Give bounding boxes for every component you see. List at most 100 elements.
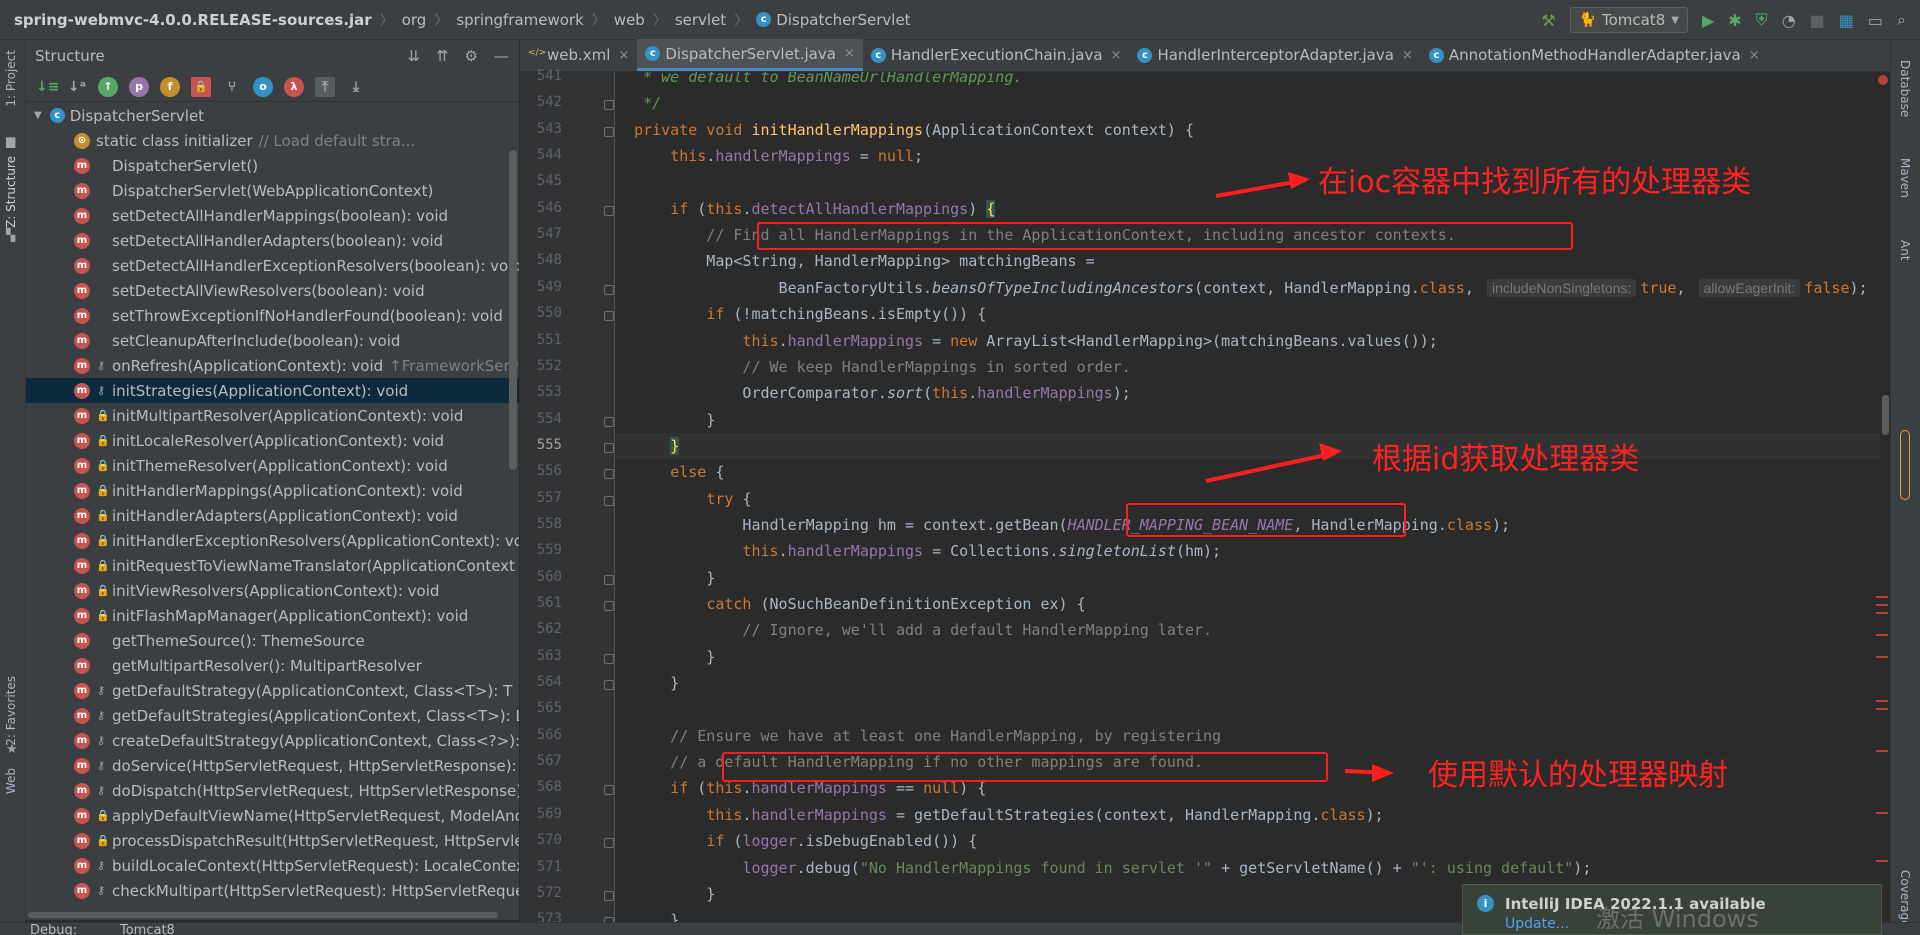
editor-tab[interactable]: c HandlerInterceptorAdapter.java ×	[1129, 39, 1420, 71]
structure-item[interactable]: m 🔒 initRequestToViewNameTranslator(Applic…	[26, 553, 519, 578]
fold-marker-icon[interactable]	[604, 469, 614, 480]
structure-item[interactable]: m ⚷ initStrategies(ApplicationContext): vo…	[26, 378, 519, 403]
debug-icon[interactable]: ✱	[1728, 11, 1741, 30]
fold-marker-icon[interactable]	[604, 311, 614, 322]
run-configuration-select[interactable]: 🐈 Tomcat8 ▼	[1569, 7, 1688, 33]
structure-tool-tab[interactable]: Z: Structure	[4, 156, 18, 228]
sort-alphabetically-icon[interactable]: ↓ᵃ	[67, 77, 87, 97]
structure-scrollbar[interactable]	[509, 150, 517, 470]
error-stripe-mark[interactable]	[1876, 812, 1888, 814]
fold-marker-icon[interactable]	[604, 126, 614, 137]
debug-tab[interactable]: Debug:	[30, 923, 77, 935]
fold-marker-icon[interactable]	[604, 838, 614, 849]
structure-item[interactable]: m ⚷ doService(HttpServletRequest, HttpServ…	[26, 753, 519, 778]
structure-item[interactable]: m DispatcherServlet()	[26, 153, 519, 178]
close-icon[interactable]: ×	[1402, 48, 1413, 63]
sort-by-visibility-icon[interactable]: ↓≡	[36, 77, 59, 97]
collapse-all-icon[interactable]: ⇈	[436, 47, 449, 65]
editor-tab[interactable]: </> web.xml ×	[520, 39, 637, 71]
structure-item[interactable]: m getMultipartResolver(): MultipartResolv…	[26, 653, 519, 678]
run-icon[interactable]: ▶	[1702, 11, 1714, 30]
tomcat-debug-tab[interactable]: Tomcat8	[120, 923, 175, 935]
structure-item[interactable]: m ⚷ getDefaultStrategy(ApplicationContext,…	[26, 678, 519, 703]
tree-root[interactable]: ▼ c DispatcherServlet	[26, 103, 519, 128]
error-stripe-mark[interactable]	[1876, 750, 1888, 752]
breadcrumb-item[interactable]: c DispatcherServlet	[756, 11, 911, 29]
coverage-tool-tab[interactable]: Coverage	[1898, 870, 1912, 928]
show-non-public-icon[interactable]: 🔒	[191, 76, 211, 97]
error-stripe-mark[interactable]	[1876, 700, 1888, 702]
project-tool-tab[interactable]: 1: Project	[4, 50, 18, 107]
structure-item[interactable]: m 🔒 initHandlerMappings(ApplicationContext…	[26, 478, 519, 503]
structure-item[interactable]: ⊙ static class initializer // Load default…	[26, 128, 519, 153]
coverage-icon[interactable]: ⛨	[1756, 10, 1768, 30]
ant-tool-tab[interactable]: Ant	[1898, 240, 1912, 261]
error-stripe-mark[interactable]	[1876, 656, 1888, 658]
project-structure-icon[interactable]: ▦	[1839, 11, 1854, 30]
structure-item[interactable]: m ⚷ createDefaultStrategy(ApplicationConte…	[26, 728, 519, 753]
minimize-icon[interactable]: —	[494, 47, 509, 65]
error-stripe-mark[interactable]	[1876, 612, 1888, 614]
structure-item[interactable]: m ⚷ getDefaultStrategies(ApplicationContex…	[26, 703, 519, 728]
breadcrumb-item[interactable]: springframework	[456, 11, 583, 29]
database-tool-tab[interactable]: Database	[1898, 60, 1912, 117]
close-icon[interactable]: ×	[844, 46, 855, 61]
structure-item[interactable]: m setDetectAllHandlerMappings(boolean): v…	[26, 203, 519, 228]
structure-item[interactable]: m DispatcherServlet(WebApplicationContext…	[26, 178, 519, 203]
structure-item[interactable]: m setDetectAllViewResolvers(boolean): voi…	[26, 278, 519, 303]
show-anonymous-icon[interactable]: ⑂	[222, 77, 242, 97]
show-lambdas-icon[interactable]: λ	[284, 76, 304, 97]
structure-item[interactable]: m setThrowExceptionIfNoHandlerFound(boole…	[26, 303, 519, 328]
show-inherited-icon[interactable]: ↑	[98, 76, 118, 97]
fold-marker-icon[interactable]	[604, 785, 614, 796]
structure-item[interactable]: m 🔒 initMultipartResolver(ApplicationConte…	[26, 403, 519, 428]
error-stripe-mark[interactable]	[1876, 860, 1888, 862]
breadcrumb-item[interactable]: spring-webmvc-4.0.0.RELEASE-sources.jar	[14, 11, 372, 29]
editor-tab[interactable]: c DispatcherServlet.java ×	[637, 39, 863, 71]
autoscroll-to-source-icon[interactable]: ⤒	[315, 76, 335, 97]
stop-icon[interactable]: ■	[1810, 11, 1825, 30]
maven-tool-tab[interactable]: Maven	[1898, 158, 1912, 198]
structure-item[interactable]: m 🔒 initFlashMapManager(ApplicationContext…	[26, 603, 519, 628]
fold-marker-icon[interactable]	[604, 416, 614, 427]
error-stripe-mark[interactable]	[1876, 634, 1888, 636]
structure-item[interactable]: m ⚷ doDispatch(HttpServletRequest, HttpSer…	[26, 778, 519, 803]
autoscroll-from-source-icon[interactable]: ⤓	[346, 77, 366, 97]
layout-icon[interactable]: ▭	[1868, 11, 1883, 30]
fold-marker-icon[interactable]	[604, 205, 614, 216]
chevron-down-icon[interactable]: ▼	[34, 110, 42, 121]
close-icon[interactable]: ×	[618, 48, 629, 63]
gear-icon[interactable]: ⚙	[465, 47, 478, 65]
show-classes-icon[interactable]: o	[253, 76, 273, 97]
fold-marker-icon[interactable]	[604, 495, 614, 506]
structure-item[interactable]: m 🔒 initThemeResolver(ApplicationContext):…	[26, 453, 519, 478]
fold-marker-icon[interactable]	[604, 601, 614, 611]
structure-item[interactable]: m 🔒 processDispatchResult(HttpServletReque…	[26, 828, 519, 853]
fold-marker-icon[interactable]	[604, 680, 614, 691]
update-link[interactable]: Update...	[1505, 916, 1569, 932]
show-fields-icon[interactable]: f	[160, 76, 180, 97]
editor-scrollbar[interactable]	[1880, 72, 1890, 922]
structure-item[interactable]: m 🔒 initLocaleResolver(ApplicationContext)…	[26, 428, 519, 453]
show-properties-icon[interactable]: p	[129, 76, 149, 97]
editor-tab[interactable]: c AnnotationMethodHandlerAdapter.java ×	[1421, 39, 1768, 71]
structure-item[interactable]: m ⚷ onRefresh(ApplicationContext): void ↑Fr…	[26, 353, 519, 378]
editor-tab[interactable]: c HandlerExecutionChain.java ×	[863, 39, 1130, 71]
error-stripe-mark[interactable]	[1876, 596, 1888, 598]
profile-icon[interactable]: ◔	[1782, 11, 1796, 30]
fold-marker-icon[interactable]	[604, 284, 614, 295]
structure-item[interactable]: m setDetectAllHandlerExceptionResolvers(b…	[26, 253, 519, 278]
error-stripe-mark[interactable]	[1876, 708, 1888, 710]
structure-item[interactable]: m 🔒 applyDefaultViewName(HttpServletReques…	[26, 803, 519, 828]
fold-marker-icon[interactable]	[604, 100, 614, 111]
structure-item[interactable]: m 🔒 initViewResolvers(ApplicationContext):…	[26, 578, 519, 603]
structure-item[interactable]: m setCleanupAfterInclude(boolean): void	[26, 328, 519, 353]
breadcrumb-item[interactable]: servlet	[675, 11, 726, 29]
structure-item[interactable]: m setDetectAllHandlerAdapters(boolean): v…	[26, 228, 519, 253]
fold-marker-icon[interactable]	[604, 442, 614, 453]
fold-marker-icon[interactable]	[604, 653, 614, 664]
breadcrumb-item[interactable]: web	[614, 11, 645, 29]
expand-all-icon[interactable]: ⇊	[407, 47, 420, 65]
web-tool-tab[interactable]: Web	[4, 768, 18, 794]
fold-marker-icon[interactable]	[604, 890, 614, 901]
